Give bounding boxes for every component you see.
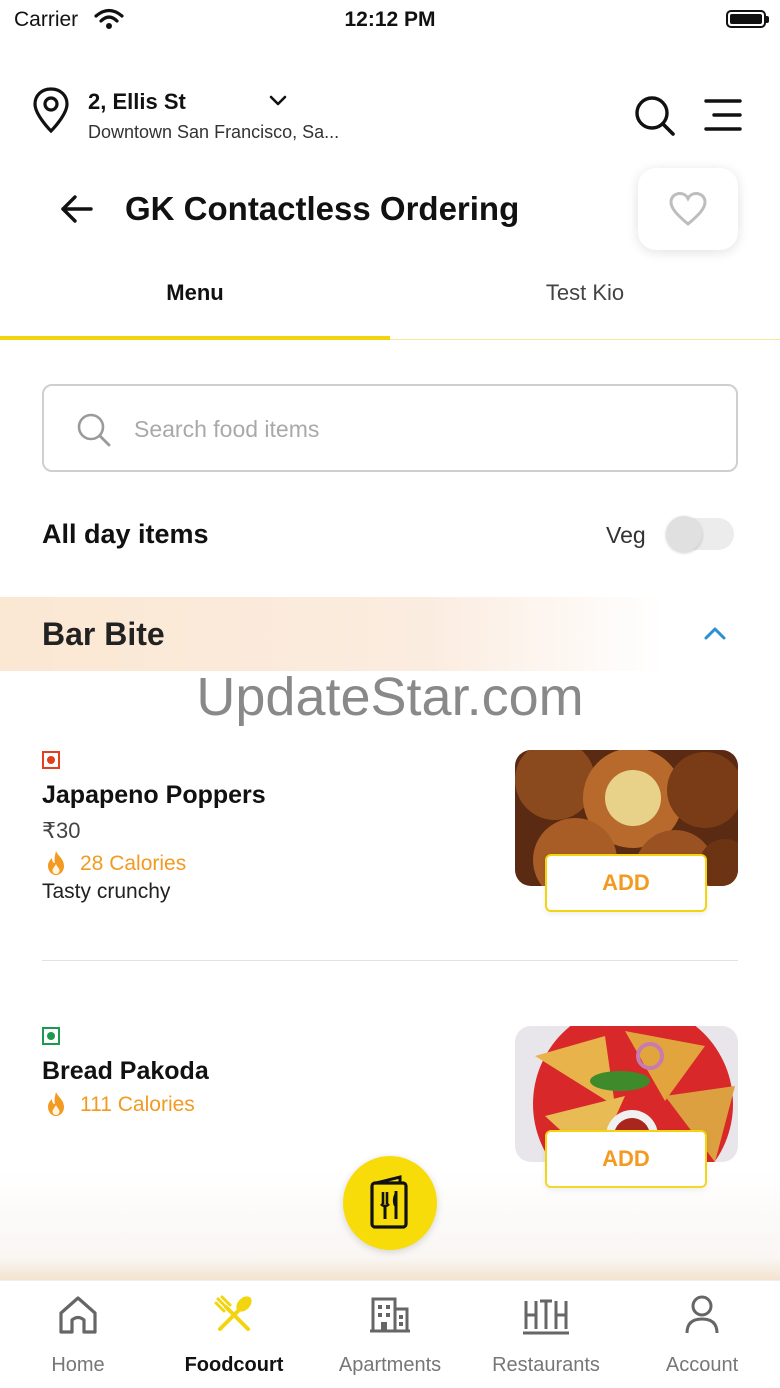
chevron-up-icon[interactable] bbox=[702, 624, 728, 642]
active-tab-indicator bbox=[0, 336, 390, 340]
battery-icon bbox=[726, 10, 769, 28]
item-name: Japapeno Poppers bbox=[42, 781, 266, 809]
category-title[interactable]: Bar Bite bbox=[42, 616, 165, 653]
search-icon[interactable] bbox=[633, 94, 677, 138]
item-divider bbox=[42, 960, 738, 961]
menu-icon[interactable] bbox=[704, 98, 742, 132]
item-description: Tasty crunchy bbox=[42, 880, 171, 903]
section-label: All day items bbox=[42, 519, 209, 549]
restaurant-menu-icon bbox=[370, 1175, 408, 1229]
item-name: Bread Pakoda bbox=[42, 1057, 209, 1085]
tab-test-kio[interactable]: Test Kio bbox=[390, 280, 780, 306]
nav-home[interactable]: Home bbox=[0, 1281, 156, 1388]
heart-icon bbox=[669, 191, 707, 226]
veg-indicator-icon bbox=[42, 1027, 60, 1045]
veg-toggle[interactable] bbox=[666, 516, 734, 552]
nav-label: Account bbox=[665, 1354, 739, 1376]
nav-label: Apartments bbox=[338, 1354, 442, 1376]
address-subtitle[interactable]: Downtown San Francisco, Sa... bbox=[88, 122, 339, 143]
flame-icon bbox=[48, 1092, 64, 1116]
account-icon bbox=[685, 1295, 719, 1334]
nav-account[interactable]: Account bbox=[624, 1281, 780, 1388]
item-calories: 28 Calories bbox=[80, 852, 187, 875]
nav-label: Restaurants bbox=[492, 1354, 600, 1376]
address-title[interactable]: 2, Ellis St bbox=[88, 89, 186, 115]
home-icon bbox=[59, 1296, 97, 1334]
back-arrow-icon[interactable] bbox=[60, 194, 94, 224]
nav-restaurants[interactable]: Restaurants bbox=[468, 1281, 624, 1388]
add-button[interactable]: ADD bbox=[545, 854, 707, 912]
location-pin-icon[interactable] bbox=[32, 86, 70, 134]
nav-label: Foodcourt bbox=[184, 1354, 284, 1376]
nav-foodcourt[interactable]: Foodcourt bbox=[156, 1281, 312, 1388]
favorite-button[interactable] bbox=[638, 168, 738, 250]
search-icon bbox=[77, 413, 111, 447]
page-title: GK Contactless Ordering bbox=[125, 190, 520, 227]
apartments-icon bbox=[370, 1297, 410, 1333]
status-bar: Carrier 12:12 PM bbox=[0, 0, 780, 44]
non-veg-indicator-icon bbox=[42, 751, 60, 769]
search-box[interactable] bbox=[42, 384, 738, 472]
foodcourt-icon bbox=[214, 1295, 252, 1331]
tab-menu[interactable]: Menu bbox=[0, 280, 390, 306]
search-input[interactable] bbox=[132, 406, 696, 452]
tab-divider bbox=[390, 339, 780, 340]
veg-label: Veg bbox=[606, 522, 646, 548]
nav-label: Home bbox=[51, 1354, 105, 1376]
item-price: ₹30 bbox=[42, 818, 81, 843]
menu-book-button[interactable] bbox=[343, 1156, 437, 1250]
restaurants-icon bbox=[523, 1299, 569, 1335]
clock: 12:12 PM bbox=[344, 8, 436, 31]
bottom-nav: Home Foodcourt Apartments Restaurants Ac… bbox=[0, 1280, 780, 1388]
watermark: UpdateStar.com bbox=[196, 667, 584, 727]
chevron-down-icon[interactable] bbox=[268, 94, 288, 108]
nav-apartments[interactable]: Apartments bbox=[312, 1281, 468, 1388]
flame-icon bbox=[48, 851, 64, 875]
item-calories: 111 Calories bbox=[80, 1093, 195, 1116]
